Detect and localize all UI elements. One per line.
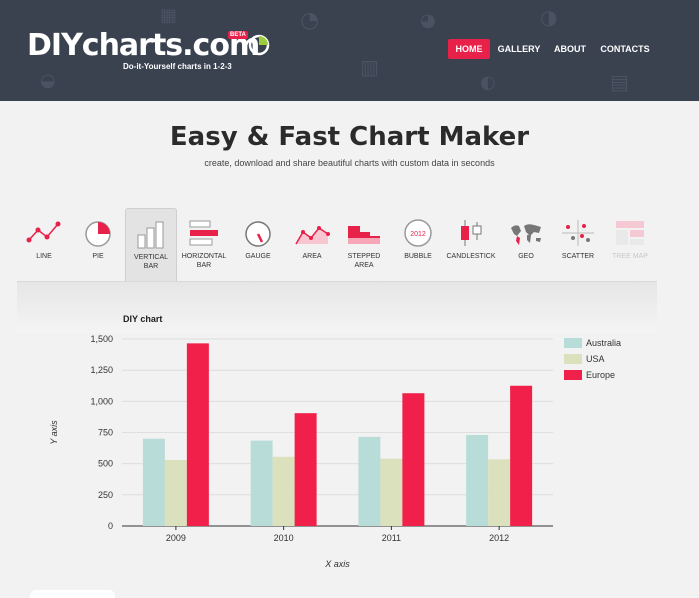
bar-usa-2009 (164, 459, 187, 526)
legend-label-australia: Australia (586, 338, 621, 348)
y-tick-label: 1,250 (90, 365, 113, 375)
y-tick-label: 500 (98, 459, 113, 469)
bar-usa-2012 (488, 459, 511, 526)
y-tick-label: 750 (98, 428, 113, 438)
legend-swatch-australia (564, 338, 582, 348)
legend-swatch-europe (564, 370, 582, 380)
x-tick-label: 2009 (166, 533, 186, 543)
y-axis-title: Y axis (49, 420, 59, 445)
y-tick-label: 1,000 (90, 396, 113, 406)
bar-australia-2010 (250, 440, 273, 526)
x-tick-label: 2010 (274, 533, 294, 543)
x-axis-title: X axis (324, 559, 350, 569)
x-tick-label: 2012 (489, 533, 509, 543)
x-tick-label: 2011 (382, 533, 401, 543)
bar-usa-2011 (380, 458, 403, 526)
bar-australia-2011 (358, 436, 381, 526)
y-tick-label: 250 (98, 490, 113, 500)
bar-europe-2011 (402, 393, 425, 526)
bar-australia-2009 (142, 438, 165, 526)
bar-europe-2012 (510, 385, 533, 526)
bar-europe-2009 (186, 343, 209, 526)
legend-label-usa: USA (586, 354, 605, 364)
y-tick-label: 0 (108, 521, 113, 531)
bar-chart: 0 250 500 750 1,000 1,250 1,500 2009 2010 2011 201… (17, 333, 657, 598)
legend-label-europe: Europe (586, 370, 615, 380)
bar-europe-2010 (294, 413, 317, 526)
bar-usa-2010 (272, 456, 295, 526)
bottom-tab[interactable] (30, 590, 115, 598)
bar-australia-2012 (466, 434, 489, 526)
legend-swatch-usa (564, 354, 582, 364)
y-tick-label: 1,500 (90, 334, 113, 344)
